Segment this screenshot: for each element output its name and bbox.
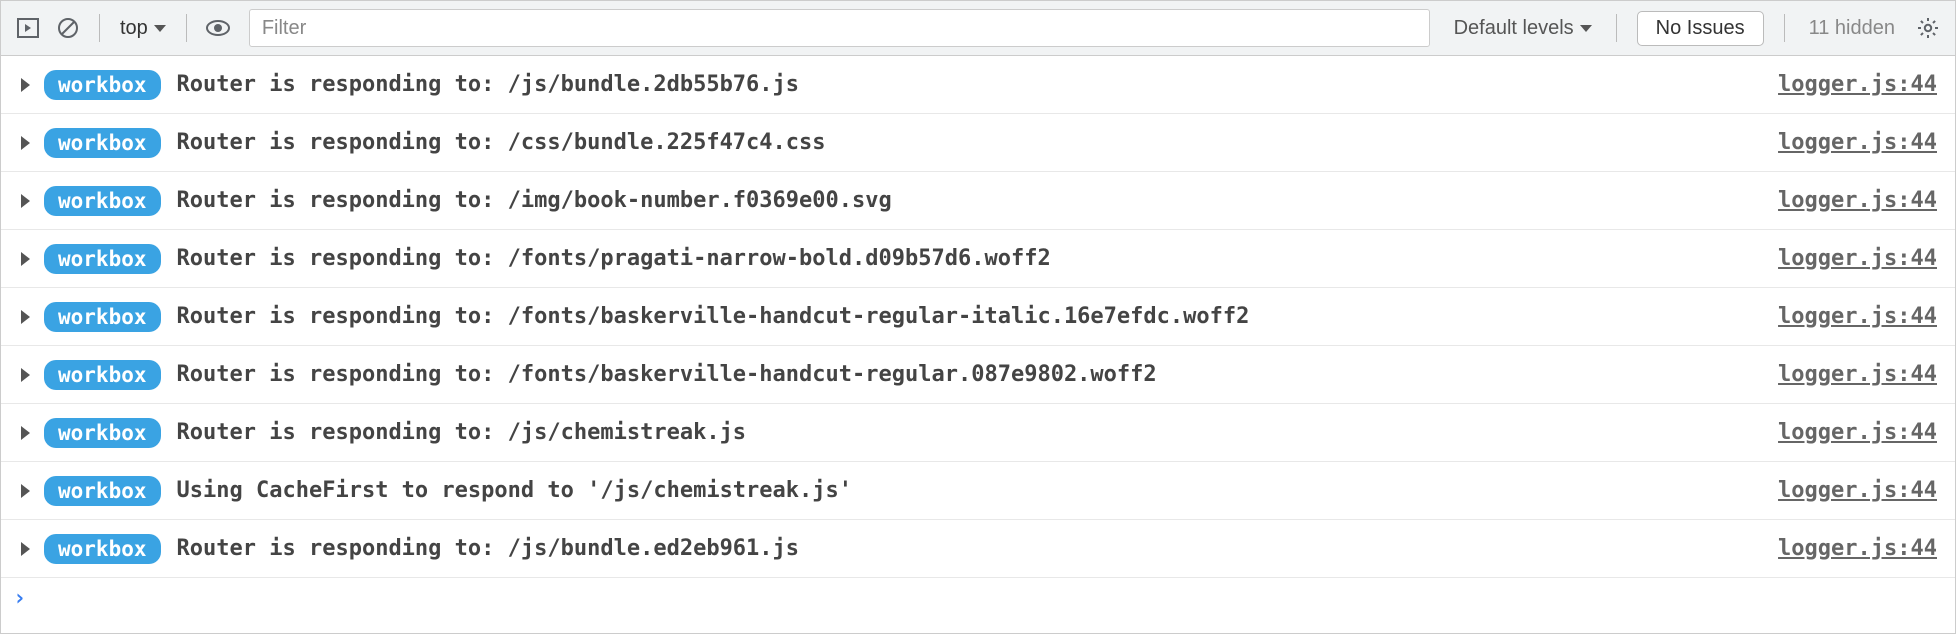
log-row[interactable]: workbox Router is responding to: /js/bund… — [1, 520, 1955, 578]
source-link[interactable]: logger.js:44 — [1778, 478, 1937, 503]
context-label: top — [120, 17, 148, 40]
disclosure-triangle-icon[interactable] — [21, 194, 30, 208]
disclosure-triangle-icon[interactable] — [21, 136, 30, 150]
chevron-down-icon — [1580, 25, 1592, 32]
log-message: Router is responding to: /js/bundle.ed2e… — [177, 536, 1779, 561]
log-row[interactable]: workbox Router is responding to: /fonts/b… — [1, 346, 1955, 404]
filter-input[interactable] — [249, 9, 1430, 47]
log-badge: workbox — [44, 418, 161, 448]
log-message: Router is responding to: /fonts/baskervi… — [177, 304, 1779, 329]
log-message: Router is responding to: /fonts/pragati-… — [177, 246, 1779, 271]
log-row[interactable]: workbox Router is responding to: /js/chem… — [1, 404, 1955, 462]
toggle-sidebar-icon[interactable] — [11, 11, 45, 45]
log-badge: workbox — [44, 70, 161, 100]
log-row[interactable]: workbox Router is responding to: /img/boo… — [1, 172, 1955, 230]
log-row[interactable]: workbox Using CacheFirst to respond to '/… — [1, 462, 1955, 520]
log-badge: workbox — [44, 302, 161, 332]
hidden-count[interactable]: 11 hidden — [1799, 17, 1905, 40]
log-badge: workbox — [44, 244, 161, 274]
log-badge: workbox — [44, 534, 161, 564]
toolbar-divider — [99, 14, 100, 42]
disclosure-triangle-icon[interactable] — [21, 542, 30, 556]
chevron-down-icon — [154, 25, 166, 32]
source-link[interactable]: logger.js:44 — [1778, 536, 1937, 561]
log-message: Using CacheFirst to respond to '/js/chem… — [177, 478, 1779, 503]
log-message: Router is responding to: /css/bundle.225… — [177, 130, 1779, 155]
console-toolbar: top Default levels No Issues 11 hidden — [1, 1, 1955, 56]
log-message: Router is responding to: /js/chemistreak… — [177, 420, 1779, 445]
log-badge: workbox — [44, 476, 161, 506]
toolbar-divider — [1616, 14, 1617, 42]
log-row[interactable]: workbox Router is responding to: /fonts/p… — [1, 230, 1955, 288]
live-expression-icon[interactable] — [201, 11, 235, 45]
source-link[interactable]: logger.js:44 — [1778, 246, 1937, 271]
log-levels-selector[interactable]: Default levels — [1444, 17, 1602, 40]
disclosure-triangle-icon[interactable] — [21, 426, 30, 440]
log-message: Router is responding to: /fonts/baskervi… — [177, 362, 1779, 387]
log-badge: workbox — [44, 186, 161, 216]
disclosure-triangle-icon[interactable] — [21, 78, 30, 92]
gear-icon[interactable] — [1911, 11, 1945, 45]
log-row[interactable]: workbox Router is responding to: /js/bund… — [1, 56, 1955, 114]
source-link[interactable]: logger.js:44 — [1778, 130, 1937, 155]
toolbar-divider — [1784, 14, 1785, 42]
toolbar-divider — [186, 14, 187, 42]
log-row[interactable]: workbox Router is responding to: /css/bun… — [1, 114, 1955, 172]
issues-button[interactable]: No Issues — [1637, 11, 1764, 46]
console-prompt-row[interactable]: › — [1, 578, 1955, 618]
disclosure-triangle-icon[interactable] — [21, 368, 30, 382]
log-badge: workbox — [44, 128, 161, 158]
log-message: Router is responding to: /img/book-numbe… — [177, 188, 1779, 213]
context-selector[interactable]: top — [114, 11, 172, 45]
log-row[interactable]: workbox Router is responding to: /fonts/b… — [1, 288, 1955, 346]
disclosure-triangle-icon[interactable] — [21, 310, 30, 324]
source-link[interactable]: logger.js:44 — [1778, 304, 1937, 329]
source-link[interactable]: logger.js:44 — [1778, 72, 1937, 97]
log-badge: workbox — [44, 360, 161, 390]
source-link[interactable]: logger.js:44 — [1778, 188, 1937, 213]
prompt-chevron-icon: › — [13, 586, 26, 611]
levels-label: Default levels — [1454, 17, 1574, 40]
clear-console-icon[interactable] — [51, 11, 85, 45]
disclosure-triangle-icon[interactable] — [21, 484, 30, 498]
disclosure-triangle-icon[interactable] — [21, 252, 30, 266]
log-message: Router is responding to: /js/bundle.2db5… — [177, 72, 1779, 97]
source-link[interactable]: logger.js:44 — [1778, 420, 1937, 445]
console-log-area: workbox Router is responding to: /js/bund… — [1, 56, 1955, 578]
source-link[interactable]: logger.js:44 — [1778, 362, 1937, 387]
